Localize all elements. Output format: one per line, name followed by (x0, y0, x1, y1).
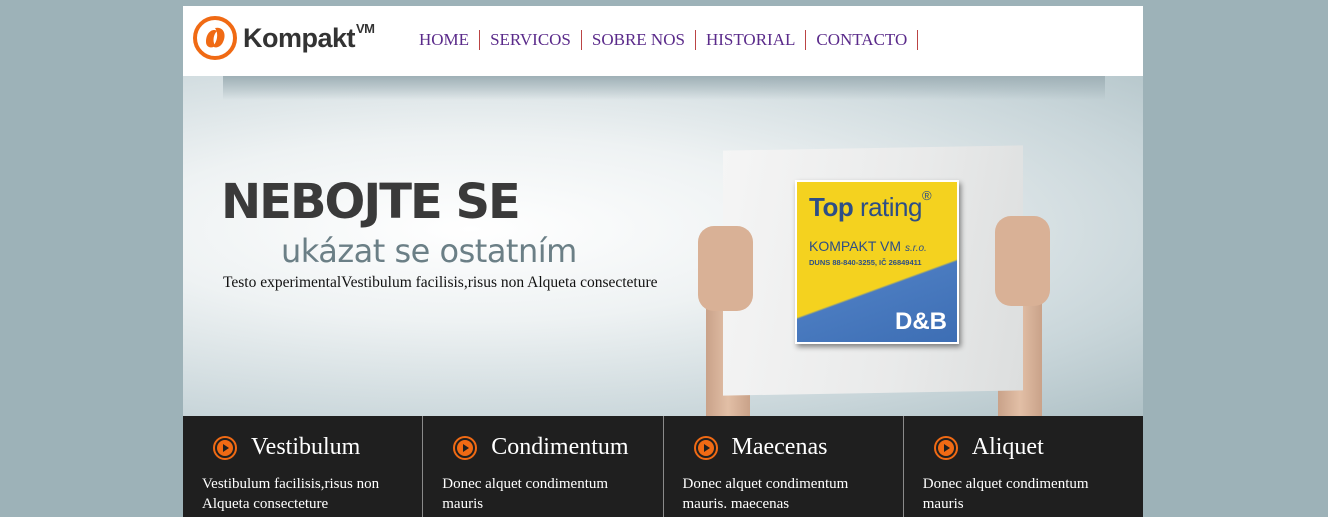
arrow-right-icon (453, 435, 478, 460)
kompakt-logo-icon (193, 16, 237, 60)
feature-text: Donec alquet condimentum mauris (922, 476, 1089, 512)
feature-title: Aliquet (971, 434, 1044, 460)
hero-subtitle: ukázat se ostatním (281, 232, 577, 270)
hero-banner: NEBOJTE SE ukázat se ostatním Testo expe… (183, 76, 1143, 416)
arrow-right-icon (213, 435, 237, 460)
nav-contacto[interactable]: CONTACTO (806, 30, 919, 50)
features-bar: Vestibulum Vestibulum facilisis,risus no… (183, 416, 1143, 517)
feature-title: Condimentum (491, 434, 629, 460)
top-rating-badge: Top rating® KOMPAKT VM s.r.o. DUNS 88-84… (795, 180, 959, 344)
badge-company: KOMPAKT VM s.r.o. (809, 238, 927, 254)
logo-text: KompaktVM (243, 20, 375, 53)
badge-duns: DUNS 88-840-3255, IČ 26849411 (809, 258, 922, 267)
nav-servicos[interactable]: SERVICOS (480, 30, 582, 50)
hero-title: NEBOJTE SE (221, 174, 521, 230)
logo-sup: VM (356, 20, 375, 36)
feature-head[interactable]: Vestibulum (213, 434, 360, 461)
feature-card: Aliquet Donec alquet condimentum mauris (902, 416, 1143, 517)
feature-card: Maecenas Donec alquet condimentum mauris… (662, 416, 903, 517)
nav-historial[interactable]: HISTORIAL (696, 30, 807, 50)
logo[interactable]: KompaktVM (193, 16, 375, 60)
feature-head[interactable]: Maecenas (693, 434, 828, 461)
feature-title: Vestibulum (251, 434, 361, 460)
hero-text: Testo experimentalVestibulum facilisis,r… (223, 274, 658, 291)
arrow-right-icon (933, 435, 958, 460)
feature-head[interactable]: Condimentum (453, 434, 629, 461)
nav-home[interactable]: HOME (409, 30, 481, 50)
arrow-right-icon (693, 435, 718, 460)
right-hand (995, 216, 1050, 306)
badge-brand: D&B (895, 308, 947, 335)
site-header: KompaktVM HOME SERVICOS SOBRE NOS HISTOR… (183, 6, 1143, 76)
feature-card: Vestibulum Vestibulum facilisis,risus no… (183, 416, 422, 517)
hero-shadow (223, 76, 1105, 100)
feature-text: Donec alquet condimentum mauris (442, 476, 609, 512)
nav-sobre-nos[interactable]: SOBRE NOS (582, 30, 696, 50)
feature-title: Maecenas (731, 434, 828, 460)
feature-text: Vestibulum facilisis,risus non Alqueta c… (202, 476, 380, 512)
page-wrapper: KompaktVM HOME SERVICOS SOBRE NOS HISTOR… (183, 6, 1143, 517)
main-nav: HOME SERVICOS SOBRE NOS HISTORIAL CONTAC… (409, 30, 919, 50)
feature-card: Condimentum Donec alquet condimentum mau… (422, 416, 662, 517)
badge-title: Top rating® (809, 188, 932, 222)
left-hand (698, 226, 753, 311)
feature-text: Donec alquet condimentum mauris. maecena… (682, 476, 849, 512)
feature-head[interactable]: Aliquet (933, 434, 1044, 461)
